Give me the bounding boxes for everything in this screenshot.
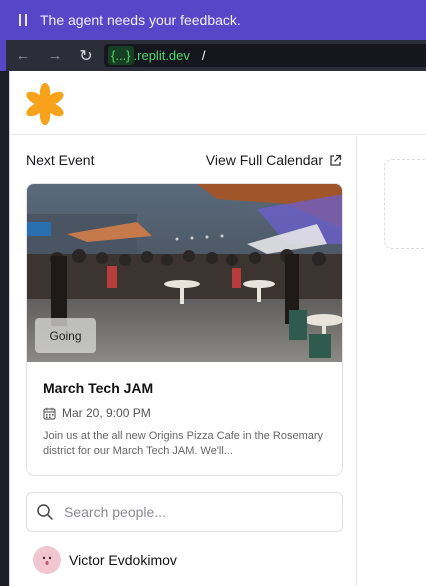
event-photo: Going	[27, 184, 342, 362]
back-arrow-icon[interactable]: ←	[8, 42, 38, 70]
reload-icon[interactable]: ↻	[72, 42, 100, 70]
event-title[interactable]: March Tech JAM	[43, 380, 153, 396]
left-column: Next Event View Full Calendar Going Marc…	[10, 136, 357, 586]
event-date: Mar 20, 9:00 PM	[62, 406, 151, 420]
avatar	[33, 546, 61, 574]
url-path[interactable]: /	[202, 48, 206, 63]
next-event-header: Next Event View Full Calendar	[26, 152, 342, 168]
domain-text: .replit.dev	[133, 48, 190, 63]
list-item[interactable]: Victor Evdokimov	[33, 546, 177, 574]
banner-text: The agent needs your feedback.	[40, 12, 241, 28]
view-full-calendar-link[interactable]: View Full Calendar	[206, 152, 342, 168]
event-date-row: Mar 20, 9:00 PM	[43, 406, 151, 420]
event-description: Join us at the all new Origins Pizza Caf…	[43, 430, 324, 457]
search-input[interactable]	[64, 504, 324, 520]
next-event-heading: Next Event	[26, 152, 95, 168]
app-header	[10, 71, 426, 135]
status-badge: Going	[35, 318, 96, 353]
search-icon	[37, 504, 53, 520]
people-search[interactable]	[26, 492, 343, 532]
asterisk-logo-icon[interactable]	[24, 83, 66, 125]
placeholder-card	[384, 159, 426, 249]
pause-icon[interactable]	[19, 14, 33, 26]
domain-chip[interactable]: {...}	[108, 46, 134, 65]
browser-toolbar: ← → ↻ {...} .replit.dev /	[0, 40, 426, 71]
external-link-icon	[330, 154, 342, 166]
calendar-link-label: View Full Calendar	[205, 152, 323, 168]
agent-feedback-banner[interactable]: The agent needs your feedback.	[0, 0, 426, 40]
app-page: Next Event View Full Calendar Going Marc…	[9, 71, 426, 586]
person-name: Victor Evdokimov	[69, 552, 177, 568]
address-bar[interactable]: {...} .replit.dev /	[104, 44, 426, 67]
calendar-icon	[43, 407, 56, 420]
forward-arrow-icon[interactable]: →	[38, 42, 72, 70]
event-card[interactable]: Going March Tech JAM Mar 20, 9:00 PM Joi…	[26, 183, 343, 476]
